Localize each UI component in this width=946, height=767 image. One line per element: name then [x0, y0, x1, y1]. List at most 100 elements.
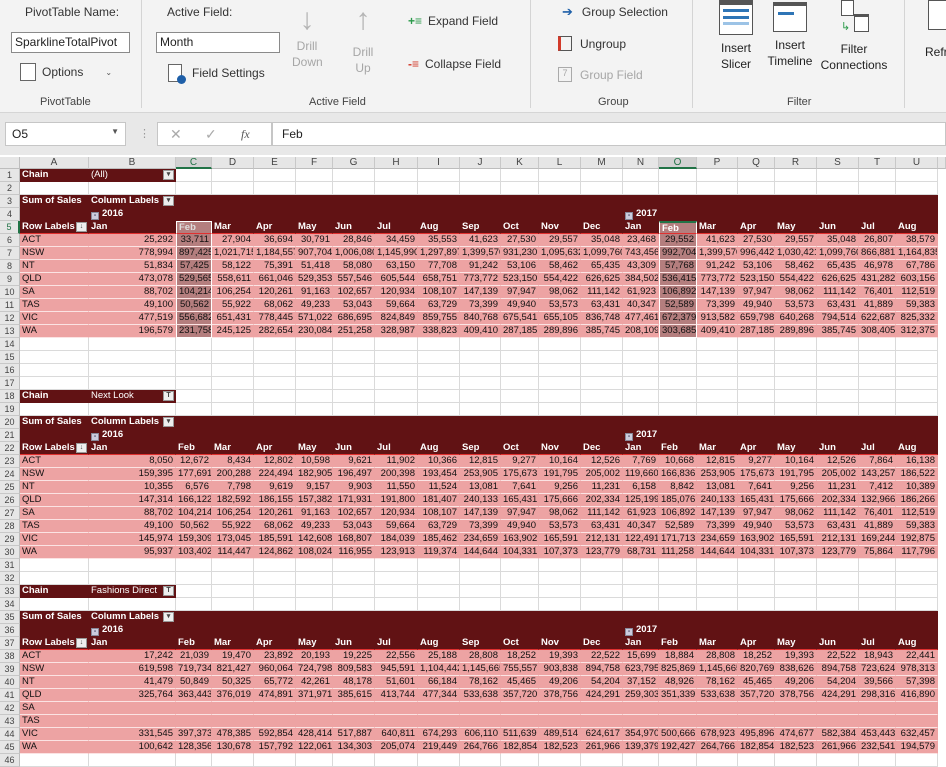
cell-C34[interactable] — [176, 598, 212, 611]
cell-N46[interactable] — [623, 754, 659, 767]
row-label[interactable]: TAS — [20, 520, 89, 533]
month-header[interactable]: Jun — [817, 637, 859, 650]
value-cell[interactable]: 251,258 — [333, 325, 375, 338]
cell-I31[interactable] — [418, 559, 460, 572]
value-cell[interactable]: 495,896 — [738, 728, 775, 741]
fx-icon[interactable]: fx — [241, 127, 250, 142]
row-labels-header[interactable]: Row Labels ↓ — [20, 221, 89, 234]
row-label[interactable]: ACT — [20, 650, 89, 663]
value-cell[interactable]: 253,905 — [697, 468, 738, 481]
value-cell[interactable]: 678,923 — [697, 728, 738, 741]
cell-M14[interactable] — [581, 338, 623, 351]
dropdown-icon[interactable]: ↓ — [76, 638, 87, 648]
month-header[interactable]: Apr — [738, 637, 775, 650]
row-header-1[interactable]: 1 — [0, 169, 20, 182]
value-cell[interactable]: 65,772 — [254, 676, 296, 689]
cell-H20[interactable] — [375, 416, 418, 429]
cell-P32[interactable] — [697, 572, 738, 585]
value-cell[interactable]: 385,745 — [581, 325, 623, 338]
value-cell[interactable]: 200,398 — [375, 468, 418, 481]
row-header-25[interactable]: 25 — [0, 481, 20, 494]
value-cell[interactable]: 63,729 — [418, 299, 460, 312]
cell-H2[interactable] — [375, 182, 418, 195]
value-cell[interactable]: 8,842 — [659, 481, 697, 494]
cell-G1[interactable] — [333, 169, 375, 182]
value-cell[interactable]: 582,384 — [817, 728, 859, 741]
value-cell[interactable]: 122,491 — [623, 533, 659, 546]
cell-B17[interactable] — [89, 377, 176, 390]
value-cell[interactable]: 50,325 — [212, 676, 254, 689]
month-header[interactable]: Aug — [896, 442, 938, 455]
value-cell[interactable]: 166,122 — [176, 494, 212, 507]
cell-F21[interactable] — [296, 429, 333, 442]
month-header[interactable]: Aug — [896, 221, 938, 234]
cell-U35[interactable] — [896, 611, 938, 624]
cell-E32[interactable] — [254, 572, 296, 585]
value-cell[interactable]: 11,231 — [817, 481, 859, 494]
value-cell[interactable]: 287,185 — [738, 325, 775, 338]
cell-N20[interactable] — [623, 416, 659, 429]
cell-B15[interactable] — [89, 351, 176, 364]
value-cell[interactable]: 622,687 — [859, 312, 896, 325]
chain-filter-label[interactable]: Chain — [20, 585, 89, 598]
value-cell[interactable]: 106,254 — [212, 286, 254, 299]
cell-N32[interactable] — [623, 572, 659, 585]
value-cell[interactable]: 53,573 — [539, 520, 581, 533]
cell-O36[interactable] — [659, 624, 697, 637]
cell-P16[interactable] — [697, 364, 738, 377]
value-cell[interactable]: 672,379 — [659, 312, 697, 325]
cell-Q35[interactable] — [738, 611, 775, 624]
value-cell[interactable]: 68,731 — [623, 546, 659, 559]
value-cell[interactable] — [176, 702, 212, 715]
value-cell[interactable] — [697, 702, 738, 715]
column-header-D[interactable]: D — [212, 157, 254, 169]
cell-T46[interactable] — [859, 754, 896, 767]
value-cell[interactable]: 100,642 — [89, 741, 176, 754]
filter-applied-icon[interactable]: T — [163, 391, 174, 401]
value-cell[interactable]: 1,104,442 — [418, 663, 460, 676]
cell-L2[interactable] — [539, 182, 581, 195]
value-cell[interactable]: 111,258 — [659, 546, 697, 559]
value-cell[interactable]: 48,926 — [659, 676, 697, 689]
cell-B32[interactable] — [89, 572, 176, 585]
cell-O17[interactable] — [659, 377, 697, 390]
cell-D2[interactable] — [212, 182, 254, 195]
value-cell[interactable]: 9,903 — [333, 481, 375, 494]
value-cell[interactable]: 500,666 — [659, 728, 697, 741]
cell-E3[interactable] — [254, 195, 296, 208]
cell-K33[interactable] — [501, 585, 539, 598]
cell-T14[interactable] — [859, 338, 896, 351]
value-cell[interactable]: 51,834 — [89, 260, 176, 273]
value-cell[interactable]: 185,076 — [659, 494, 697, 507]
row-header-36[interactable]: 36 — [0, 624, 20, 637]
row-header-46[interactable]: 46 — [0, 754, 20, 767]
cell-G21[interactable] — [333, 429, 375, 442]
value-cell[interactable]: 603,156 — [896, 273, 938, 286]
cell-S34[interactable] — [817, 598, 859, 611]
cell-G33[interactable] — [333, 585, 375, 598]
value-cell[interactable]: 626,625 — [581, 273, 623, 286]
cell-H19[interactable] — [375, 403, 418, 416]
cell-U1[interactable] — [896, 169, 938, 182]
cell-C21[interactable] — [176, 429, 212, 442]
cell-A34[interactable] — [20, 598, 89, 611]
value-cell[interactable]: 205,074 — [375, 741, 418, 754]
value-cell[interactable]: 259,303 — [623, 689, 659, 702]
cell-J17[interactable] — [460, 377, 501, 390]
value-cell[interactable]: 112,519 — [896, 507, 938, 520]
cell-J31[interactable] — [460, 559, 501, 572]
value-cell[interactable] — [659, 715, 697, 728]
value-cell[interactable]: 171,931 — [333, 494, 375, 507]
month-header[interactable]: May — [775, 442, 817, 455]
value-cell[interactable] — [859, 702, 896, 715]
value-cell[interactable]: 163,902 — [501, 533, 539, 546]
value-cell[interactable] — [254, 715, 296, 728]
cell-I16[interactable] — [418, 364, 460, 377]
value-cell[interactable]: 205,002 — [817, 468, 859, 481]
value-cell[interactable]: 308,405 — [859, 325, 896, 338]
cell-R1[interactable] — [775, 169, 817, 182]
cell-E2[interactable] — [254, 182, 296, 195]
row-header-19[interactable]: 19 — [0, 403, 20, 416]
cell-R31[interactable] — [775, 559, 817, 572]
cell-H32[interactable] — [375, 572, 418, 585]
